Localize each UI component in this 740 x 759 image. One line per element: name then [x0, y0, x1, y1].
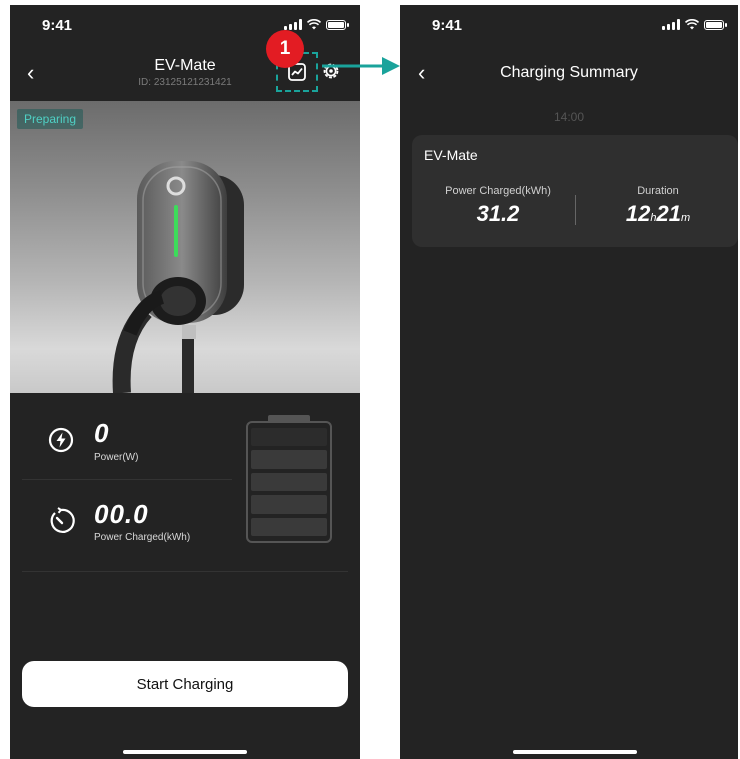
- divider: [575, 195, 576, 225]
- duration-hours: 12: [625, 201, 651, 226]
- page-title: Charging Summary: [500, 64, 638, 81]
- battery-status-icon: [704, 20, 727, 30]
- energy-label: Power Charged(kWh): [94, 532, 191, 543]
- power-charged-label: Power Charged(kWh): [445, 185, 551, 197]
- session-time: 14:00: [553, 110, 585, 124]
- status-time: 9:41: [42, 17, 73, 34]
- callout-marker: 1: [266, 30, 304, 68]
- signal-icon: [662, 19, 680, 30]
- power-charged-value: 31.2: [476, 201, 520, 226]
- divider: [22, 479, 232, 480]
- lightning-icon: [48, 427, 74, 453]
- charger-image: [10, 101, 360, 393]
- card-title: EV-Mate: [424, 147, 478, 163]
- power-label: Power(W): [94, 452, 139, 463]
- home-indicator: [513, 750, 637, 754]
- duration-minutes: 21: [656, 201, 681, 226]
- battery-status-icon: [326, 20, 349, 30]
- session-card[interactable]: EV-Mate Power Charged(kWh) 31.2 Duration…: [412, 135, 738, 247]
- battery-icon: [246, 421, 332, 543]
- duration-stat: Duration 12h21m: [584, 185, 732, 227]
- minutes-unit: m: [680, 212, 691, 224]
- status-badge: Preparing: [17, 109, 84, 129]
- status-time: 9:41: [432, 17, 463, 34]
- arrow-right-icon: [322, 57, 400, 75]
- power-value: 0: [94, 418, 110, 448]
- start-charging-button[interactable]: Start Charging: [22, 661, 348, 707]
- summary-screen: 9:41 ‹ Charging Summary 14:00 EV-Mate Po…: [400, 5, 738, 759]
- timer-icon: [50, 507, 75, 533]
- wifi-icon: [307, 19, 321, 30]
- device-screen: 9:41 ‹ EV-Mate ID: 23125121231421 Prepar…: [10, 5, 360, 759]
- status-bar: 9:41: [400, 5, 738, 45]
- wifi-icon: [685, 19, 699, 30]
- duration-label: Duration: [637, 185, 679, 197]
- status-bar: 9:41: [10, 5, 360, 45]
- signal-icon: [284, 19, 302, 30]
- home-indicator: [123, 750, 247, 754]
- energy-value: 00.0: [94, 499, 149, 529]
- power-charged-stat: Power Charged(kWh) 31.2: [424, 185, 572, 227]
- divider: [22, 571, 348, 572]
- duration-value: 12h21m: [584, 201, 732, 227]
